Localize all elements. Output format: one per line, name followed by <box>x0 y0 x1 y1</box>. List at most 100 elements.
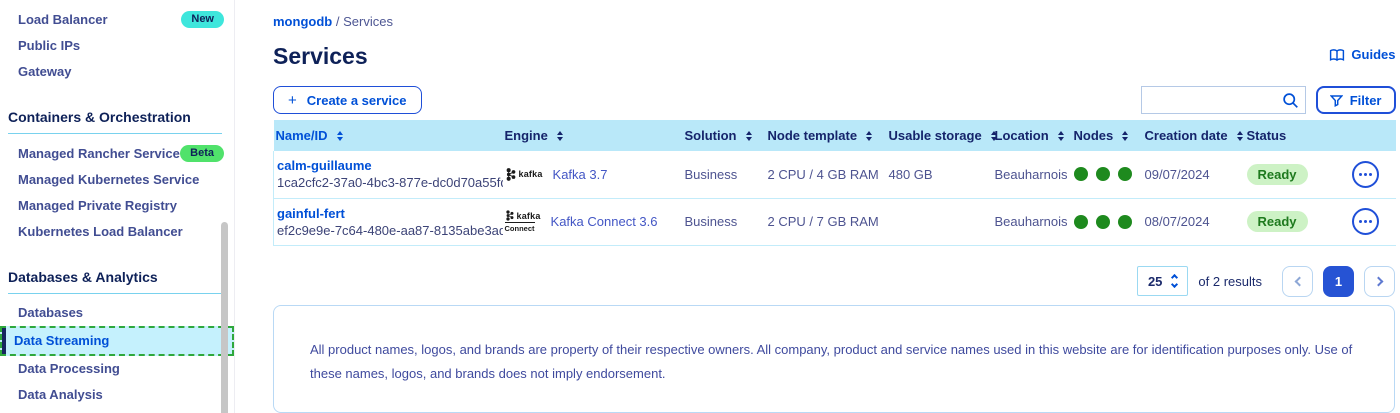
filter-funnel-icon <box>1330 94 1343 107</box>
breadcrumb: mongodb / Services <box>273 14 1396 29</box>
current-page-button[interactable]: 1 <box>1323 266 1354 297</box>
services-table: Name/ID Engine Solution Node template <box>273 120 1396 246</box>
previous-page-button[interactable] <box>1282 266 1313 297</box>
solution-cell: Business <box>683 198 766 245</box>
sidebar-item-kubernetes-load-balancer[interactable]: Kubernetes Load Balancer <box>0 219 234 245</box>
row-actions-button[interactable] <box>1352 208 1379 235</box>
breadcrumb-separator: / <box>336 14 340 29</box>
divider <box>8 133 222 134</box>
sidebar-item-data-platform[interactable]: Data Platform Beta <box>0 408 234 413</box>
toolbar-right: Filter <box>1141 86 1396 114</box>
sidebar-item-label: Kubernetes Load Balancer <box>18 224 183 240</box>
sort-icon[interactable] <box>1237 131 1243 141</box>
guides-link[interactable]: Guides <box>1329 47 1395 62</box>
sidebar-item-label: Data Processing <box>18 361 120 377</box>
sidebar-item-label: Managed Kubernetes Service <box>18 172 199 188</box>
search-icon[interactable] <box>1282 92 1299 109</box>
plus-icon: + <box>288 92 297 109</box>
sidebar-item-label: Managed Rancher Service <box>18 146 180 162</box>
column-label: Status <box>1247 128 1287 143</box>
usable-storage-cell <box>887 198 993 245</box>
filter-button[interactable]: Filter <box>1316 86 1396 114</box>
sort-icon[interactable] <box>1058 131 1064 141</box>
table-row: gainful-fert ef2c9e9e-7c64-480e-aa87-813… <box>274 198 1396 245</box>
sidebar-item-label: Data Analysis <box>18 387 103 403</box>
sidebar-item-managed-rancher-service[interactable]: Managed Rancher Service Beta <box>0 140 234 167</box>
create-service-label: Create a service <box>307 93 407 108</box>
search-box <box>1141 86 1306 114</box>
sidebar-group-databases-analytics: Databases & Analytics Databases Data Str… <box>0 255 234 413</box>
node-status-dot <box>1118 215 1132 229</box>
column-header-usable-storage[interactable]: Usable storage <box>887 120 993 151</box>
sidebar-scrollbar[interactable] <box>221 222 228 413</box>
column-label: Nodes <box>1074 128 1114 143</box>
sidebar-item-label: Load Balancer <box>18 12 108 28</box>
node-template-cell: 2 CPU / 7 GB RAM <box>766 198 887 245</box>
breadcrumb-root-link[interactable]: mongodb <box>273 14 332 29</box>
solution-cell: Business <box>683 151 766 198</box>
column-label: Location <box>995 128 1049 143</box>
sort-icon[interactable] <box>746 131 752 141</box>
sort-icon[interactable] <box>337 131 343 141</box>
sort-icon[interactable] <box>557 131 563 141</box>
create-service-button[interactable]: + Create a service <box>273 86 422 114</box>
sidebar-item-data-streaming[interactable]: Data Streaming <box>0 326 234 356</box>
breadcrumb-current: Services <box>343 14 393 29</box>
row-actions-button[interactable] <box>1352 161 1379 188</box>
table-header-row: Name/ID Engine Solution Node template <box>274 120 1396 151</box>
sidebar-group-containers-orchestration: Containers & Orchestration Managed Ranch… <box>0 95 234 245</box>
select-caret-icon <box>1172 275 1177 287</box>
column-header-node-template[interactable]: Node template <box>766 120 887 151</box>
service-name-link[interactable]: calm-guillaume <box>277 157 497 174</box>
column-header-location[interactable]: Location <box>993 120 1072 151</box>
sidebar-item-label: Public IPs <box>18 38 80 54</box>
page-title: Services <box>273 43 368 70</box>
nodes-status-dots <box>1074 167 1137 181</box>
engine-version: Kafka 3.7 <box>553 167 608 182</box>
filter-label: Filter <box>1350 93 1382 108</box>
node-status-dot <box>1118 167 1132 181</box>
column-header-actions <box>1350 120 1396 151</box>
kafka-logo-word: kafka <box>517 211 541 221</box>
sidebar-item-data-processing[interactable]: Data Processing <box>0 356 234 382</box>
column-header-creation-date[interactable]: Creation date <box>1143 120 1245 151</box>
sidebar-item-label: Databases <box>18 305 83 321</box>
column-header-name-id[interactable]: Name/ID <box>274 120 503 151</box>
page-size-value: 25 <box>1148 274 1162 289</box>
sidebar-section-header: Databases & Analytics <box>0 255 234 293</box>
column-header-solution[interactable]: Solution <box>683 120 766 151</box>
chevron-right-icon <box>1373 276 1383 286</box>
sidebar-item-databases[interactable]: Databases <box>0 300 234 326</box>
node-template-cell: 2 CPU / 4 GB RAM <box>766 151 887 198</box>
sidebar-item-managed-kubernetes-service[interactable]: Managed Kubernetes Service <box>0 167 234 193</box>
next-page-button[interactable] <box>1364 266 1395 297</box>
active-item-bar <box>2 328 6 354</box>
service-id: 1ca2cfc2-37a0-4bc3-877e-dc0d70a55fda <box>277 174 497 191</box>
sidebar-item-label: Data Streaming <box>14 333 109 349</box>
node-status-dot <box>1096 215 1110 229</box>
column-header-status: Status <box>1245 120 1350 151</box>
page-size-select[interactable]: 25 <box>1137 266 1188 296</box>
column-label: Usable storage <box>889 128 982 143</box>
pagination: 25 of 2 results 1 <box>273 266 1395 297</box>
trademark-disclaimer: All product names, logos, and brands are… <box>273 305 1395 413</box>
toolbar: + Create a service <box>273 86 1396 114</box>
sort-icon[interactable] <box>1122 131 1128 141</box>
new-badge: New <box>181 11 224 28</box>
nodes-status-dots <box>1074 215 1137 229</box>
sidebar-item-label: Managed Private Registry <box>18 198 177 214</box>
sidebar-item-data-analysis[interactable]: Data Analysis <box>0 382 234 408</box>
column-header-nodes[interactable]: Nodes <box>1072 120 1143 151</box>
service-name-link[interactable]: gainful-fert <box>277 205 497 222</box>
location-cell: Beauharnois <box>993 151 1072 198</box>
sidebar-item-load-balancer[interactable]: Load Balancer New <box>0 6 234 33</box>
app-window: Load Balancer New Public IPs Gateway Con… <box>0 0 1400 413</box>
column-header-engine[interactable]: Engine <box>503 120 683 151</box>
sort-icon[interactable] <box>866 131 872 141</box>
sidebar-item-public-ips[interactable]: Public IPs <box>0 33 234 59</box>
sidebar-item-managed-private-registry[interactable]: Managed Private Registry <box>0 193 234 219</box>
kafka-logo-word: kafka <box>519 169 543 179</box>
search-input[interactable] <box>1150 93 1282 108</box>
usable-storage-cell: 480 GB <box>887 151 993 198</box>
sidebar-item-gateway[interactable]: Gateway <box>0 59 234 85</box>
